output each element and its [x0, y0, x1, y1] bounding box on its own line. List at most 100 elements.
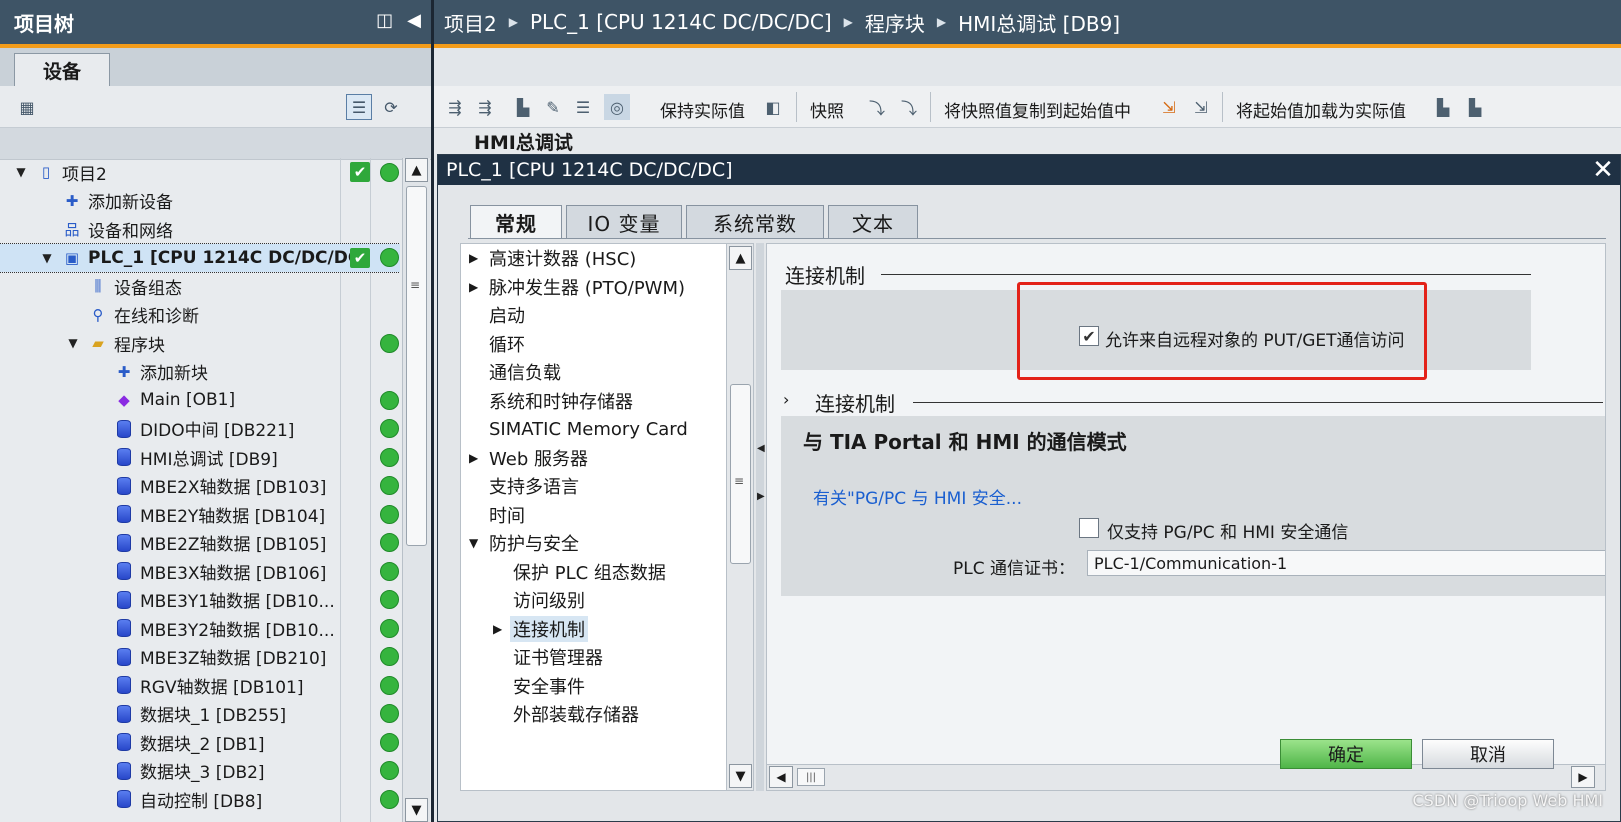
- keep-values-icon[interactable]: ◧: [760, 94, 786, 120]
- nav-item-label: Web 服务器: [489, 448, 588, 470]
- insert-row-icon[interactable]: ⇶: [442, 94, 468, 120]
- edit-icon[interactable]: ✎: [540, 94, 566, 120]
- tree-item[interactable]: MBE3X轴数据 [DB106]: [0, 557, 400, 586]
- nav-item[interactable]: 保护 PLC 组态数据: [461, 558, 729, 587]
- tree-item[interactable]: MBE3Y2轴数据 [DB10...: [0, 614, 400, 643]
- tree-item[interactable]: MBE3Z轴数据 [DB210]: [0, 643, 400, 672]
- load-start-all-icon[interactable]: ▙: [1462, 94, 1488, 120]
- refresh-icon[interactable]: ⟳: [378, 94, 404, 120]
- nav-item[interactable]: 证书管理器: [461, 643, 729, 672]
- nav-item[interactable]: 安全事件: [461, 672, 729, 701]
- pane-splitter[interactable]: ◀ ▶: [756, 243, 765, 791]
- nav-item[interactable]: ▶ 高速计数器 (HSC): [461, 244, 729, 273]
- nav-scrollbar[interactable]: ▲ ≡ ▼: [726, 243, 754, 791]
- tree-item[interactable]: 品设备和网络: [0, 215, 400, 244]
- scroll-down-button[interactable]: ▼: [729, 764, 752, 788]
- tab-system-constants[interactable]: 系统常数: [686, 205, 824, 239]
- copy-snapshot-all-icon[interactable]: ⇲: [1188, 94, 1214, 120]
- tree-item[interactable]: MBE3Y1轴数据 [DB10...: [0, 586, 400, 615]
- load-start-icon[interactable]: ▙: [1430, 94, 1456, 120]
- nav-item[interactable]: ▶ Web 服务器: [461, 444, 729, 473]
- nav-item[interactable]: ▶ 连接机制: [461, 615, 729, 644]
- tree-item[interactable]: DIDO中间 [DB221]: [0, 415, 400, 444]
- secure-only-checkbox[interactable]: [1079, 518, 1099, 538]
- tab-general[interactable]: 常规: [470, 205, 562, 239]
- snapshot-icon[interactable]: ⤵: [864, 94, 890, 120]
- project-tree-scrollbar[interactable]: ▲ ≡ ▼: [402, 158, 430, 822]
- nav-item[interactable]: 访问级别: [461, 586, 729, 615]
- scroll-down-button[interactable]: ▼: [405, 798, 428, 822]
- monitor-icon[interactable]: ◎: [604, 94, 630, 120]
- scroll-up-button[interactable]: ▲: [405, 158, 428, 182]
- nav-item[interactable]: 时间: [461, 501, 729, 530]
- nav-item[interactable]: SIMATIC Memory Card: [461, 415, 729, 444]
- list-view-icon[interactable]: ☰: [346, 94, 372, 120]
- breadcrumb-item[interactable]: HMI总调试 [DB9]: [958, 8, 1120, 37]
- hmi-security-link[interactable]: 有关"PG/PC 与 HMI 安全...: [813, 484, 1022, 509]
- nav-item[interactable]: ▼ 防护与安全: [461, 529, 729, 558]
- nav-item[interactable]: 循环: [461, 330, 729, 359]
- tree-item[interactable]: MBE2Z轴数据 [DB105]: [0, 529, 400, 558]
- tree-item[interactable]: RGV轴数据 [DB101]: [0, 671, 400, 700]
- scroll-thumb[interactable]: [406, 186, 427, 546]
- snapshot-compare-icon[interactable]: ⤵: [896, 94, 922, 120]
- nav-item[interactable]: 外部装载存储器: [461, 700, 729, 729]
- nav-item[interactable]: ▶ 脉冲发生器 (PTO/PWM): [461, 273, 729, 302]
- expand-arrow-icon[interactable]: ▼: [14, 165, 28, 179]
- splitter-left-icon[interactable]: ◀: [757, 443, 765, 454]
- snapshot-button[interactable]: 快照: [810, 97, 844, 122]
- copy-snapshot-button[interactable]: 将快照值复制到起始值中: [944, 97, 1131, 122]
- splitter-right-icon[interactable]: ▶: [757, 491, 765, 502]
- cert-field[interactable]: PLC-1/Communication-1: [1087, 550, 1605, 576]
- tab-io-tags[interactable]: IO 变量: [566, 205, 682, 239]
- breadcrumb-item[interactable]: 程序块: [865, 8, 925, 37]
- scroll-left-button[interactable]: ◀: [769, 766, 793, 788]
- nav-item[interactable]: 启动: [461, 301, 729, 330]
- close-icon[interactable]: ✕: [1586, 155, 1620, 185]
- tree-item[interactable]: MBE2Y轴数据 [DB104]: [0, 500, 400, 529]
- device-view-icon[interactable]: ▦: [14, 94, 40, 120]
- expand-arrow-icon[interactable]: ▼: [66, 336, 80, 350]
- tree-item[interactable]: ⚲ 在线和诊断: [0, 301, 400, 330]
- expand-arrow-icon[interactable]: ▶: [493, 622, 502, 636]
- tree-item[interactable]: 数据块_1 [DB255]: [0, 700, 400, 729]
- tree-item[interactable]: ▼ ▰ 程序块: [0, 329, 400, 358]
- nav-item[interactable]: 系统和时钟存储器: [461, 387, 729, 416]
- expand-arrow-icon[interactable]: ▶: [469, 280, 478, 294]
- tree-item[interactable]: 数据块_3 [DB2]: [0, 757, 400, 786]
- tree-item[interactable]: ▼ ▣ PLC_1 [CPU 1214C DC/DC/DC] ✔: [0, 242, 400, 273]
- expand-arrow-icon[interactable]: ▼: [40, 251, 54, 265]
- add-row-icon[interactable]: ⇶: [472, 94, 498, 120]
- tab-devices[interactable]: 设备: [14, 53, 110, 86]
- expand-arrow-icon[interactable]: ▶: [469, 251, 478, 265]
- cancel-button[interactable]: 取消: [1422, 739, 1554, 769]
- scroll-right-button[interactable]: ▶: [1571, 766, 1595, 788]
- scroll-thumb[interactable]: |||: [797, 768, 825, 786]
- keep-actual-values-button[interactable]: 保持实际值: [660, 97, 745, 122]
- tree-item[interactable]: ▼ ▯ 项目2 ✔: [0, 158, 400, 187]
- tree-item[interactable]: ⫼ 设备组态: [0, 272, 400, 301]
- list-icon[interactable]: ☰: [570, 94, 596, 120]
- breadcrumb-item[interactable]: PLC_1 [CPU 1214C DC/DC/DC]: [530, 10, 832, 34]
- pin-icon[interactable]: ◫: [376, 10, 393, 31]
- tree-item[interactable]: ◆ Main [OB1]: [0, 386, 400, 415]
- expand-arrow-icon[interactable]: ▼: [469, 536, 478, 550]
- tree-item[interactable]: 数据块_2 [DB1]: [0, 728, 400, 757]
- ok-button[interactable]: 确定: [1280, 739, 1412, 769]
- tree-item[interactable]: ✚ 添加新块: [0, 358, 400, 387]
- breadcrumb-item[interactable]: 项目2: [444, 8, 497, 37]
- tab-texts[interactable]: 文本: [828, 205, 918, 239]
- tree-item[interactable]: ✚ 添加新设备: [0, 187, 400, 216]
- tree-item[interactable]: 自动控制 [DB8]: [0, 785, 400, 814]
- scroll-up-button[interactable]: ▲: [729, 246, 752, 270]
- collapse-panel-icon[interactable]: ◀: [407, 10, 421, 31]
- tree-item[interactable]: HMI总调试 [DB9]: [0, 443, 400, 472]
- expand-icon[interactable]: ▙: [510, 94, 536, 120]
- tree-item[interactable]: MBE2X轴数据 [DB103]: [0, 472, 400, 501]
- expand-arrow-icon[interactable]: ▶: [469, 451, 478, 465]
- nav-item[interactable]: 支持多语言: [461, 472, 729, 501]
- nav-item[interactable]: 通信负载: [461, 358, 729, 387]
- expand-arrow-icon[interactable]: ›: [783, 390, 789, 409]
- load-start-values-button[interactable]: 将起始值加载为实际值: [1236, 97, 1406, 122]
- copy-snapshot-icon[interactable]: ⇲: [1156, 94, 1182, 120]
